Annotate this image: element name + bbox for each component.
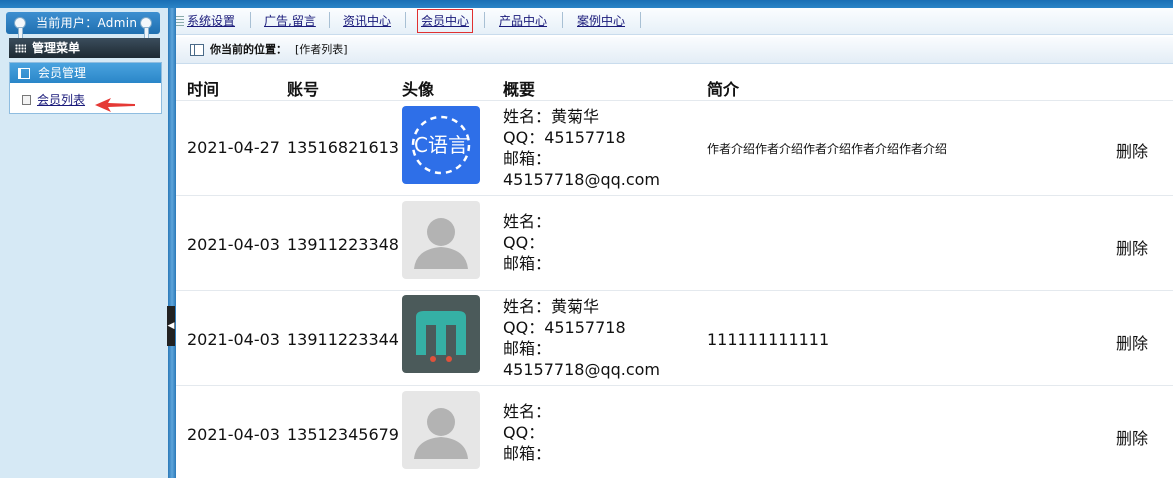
nav-item-product-center[interactable]: 产品中心 — [499, 13, 547, 29]
table-row: 2021-04-03 13911223344 姓名：黄菊华 QQ：4515771… — [176, 290, 1173, 386]
default-person-icon — [402, 201, 480, 279]
row-time: 2021-04-03 — [187, 330, 280, 349]
default-person-icon — [402, 391, 480, 469]
column-header-time: 时间 — [187, 80, 220, 99]
nav-separator — [562, 12, 563, 28]
pin-icon — [140, 17, 152, 39]
file-icon — [22, 95, 31, 105]
summary-email-label: 邮箱： — [503, 149, 552, 168]
grip-icon — [176, 16, 184, 26]
breadcrumb: 你当前的位置： [作者列表] — [176, 37, 1173, 64]
menu-group-member: 会员管理 会员列表 — [9, 62, 162, 114]
row-summary: 姓名： QQ： 邮箱： — [503, 211, 703, 274]
summary-qq: QQ：45157718 — [503, 318, 626, 337]
book-icon — [18, 68, 30, 79]
row-summary: 姓名：黄菊华 QQ：45157718 邮箱： 45157718@qq.com — [503, 296, 703, 380]
row-account: 13516821613 — [287, 138, 399, 157]
menu-header: 管理菜单 — [9, 38, 160, 58]
current-user-bar: 当前用户：Admin — [6, 12, 160, 39]
avatar-text: C语言 — [414, 133, 468, 157]
nav-item-news-center[interactable]: 资讯中心 — [343, 13, 391, 29]
main-content: 系统设置 广告,留言 资讯中心 会员中心 产品中心 案例中心 你当前的位置： [… — [176, 8, 1173, 478]
summary-email-label: 邮箱： — [503, 254, 552, 273]
row-time: 2021-04-27 — [187, 138, 280, 157]
top-strip — [0, 0, 1173, 8]
summary-email-label: 邮箱： — [503, 339, 552, 358]
c-lang-logo-icon: C语言 — [402, 106, 480, 184]
row-account: 13911223344 — [287, 330, 399, 349]
nav-separator — [329, 12, 330, 28]
summary-qq: QQ：45157718 — [503, 128, 626, 147]
sidebar-item-member-list[interactable]: 会员列表 — [22, 91, 85, 108]
nav-separator — [405, 12, 406, 28]
meituan-m-logo-icon — [402, 295, 480, 373]
table-row: 2021-04-03 13911223348 姓名： QQ： 邮箱： 删除 — [176, 195, 1173, 291]
row-intro: 111111111111 — [707, 330, 830, 349]
delete-button[interactable]: 删除 — [1116, 425, 1148, 449]
breadcrumb-value: [作者列表] — [295, 43, 348, 56]
row-time: 2021-04-03 — [187, 235, 280, 254]
summary-name: 姓名：黄菊华 — [503, 297, 600, 316]
nav-item-case-center[interactable]: 案例中心 — [577, 13, 625, 29]
summary-email-label: 邮箱： — [503, 444, 552, 463]
breadcrumb-label: 你当前的位置： — [210, 43, 287, 56]
nav-separator — [250, 12, 251, 28]
delete-button[interactable]: 删除 — [1116, 330, 1148, 354]
menu-group-title[interactable]: 会员管理 — [10, 63, 161, 83]
nav-item-system-settings[interactable]: 系统设置 — [187, 13, 235, 29]
row-intro: 作者介绍作者介绍作者介绍作者介绍作者介绍 — [707, 142, 948, 156]
column-header-account: 账号 — [287, 80, 320, 99]
sidebar-item-label: 会员列表 — [37, 93, 86, 107]
summary-email: 45157718@qq.com — [503, 170, 661, 189]
delete-button[interactable]: 删除 — [1116, 235, 1148, 259]
collapse-arrow-icon[interactable]: ◀ — [167, 306, 175, 346]
summary-qq: QQ： — [503, 233, 545, 252]
top-nav: 系统设置 广告,留言 资讯中心 会员中心 产品中心 案例中心 — [176, 8, 1173, 35]
column-header-avatar: 头像 — [402, 80, 435, 99]
current-user-label: 当前用户：Admin — [36, 16, 138, 30]
nav-separator — [484, 12, 485, 28]
nav-item-ads-messages[interactable]: 广告,留言 — [264, 13, 316, 29]
sidebar: 当前用户：Admin 管理菜单 会员管理 会员列表 — [0, 8, 168, 478]
summary-qq: QQ： — [503, 423, 545, 442]
summary-name: 姓名： — [503, 212, 552, 231]
sidebar-splitter[interactable] — [168, 8, 176, 478]
row-account: 13512345679 — [287, 425, 399, 444]
column-header-intro: 简介 — [707, 80, 740, 99]
nav-separator — [640, 12, 641, 28]
red-arrow-icon — [95, 98, 135, 112]
table-row: 2021-04-27 13516821613 C语言 姓名：黄菊华 QQ：451… — [176, 100, 1173, 196]
row-summary: 姓名：黄菊华 QQ：45157718 邮箱： 45157718@qq.com — [503, 106, 703, 190]
summary-name: 姓名：黄菊华 — [503, 107, 600, 126]
row-account: 13911223348 — [287, 235, 399, 254]
window-icon — [190, 44, 204, 56]
delete-button[interactable]: 删除 — [1116, 138, 1148, 162]
row-summary: 姓名： QQ： 邮箱： — [503, 401, 703, 464]
grid-icon — [15, 44, 26, 53]
row-time: 2021-04-03 — [187, 425, 280, 444]
menu-group-label: 会员管理 — [38, 66, 87, 80]
menu-title: 管理菜单 — [32, 41, 81, 55]
nav-item-member-center[interactable]: 会员中心 — [421, 13, 469, 29]
summary-email: 45157718@qq.com — [503, 360, 661, 379]
summary-name: 姓名： — [503, 402, 552, 421]
pin-icon — [14, 17, 26, 39]
table-row: 2021-04-03 13512345679 姓名： QQ： 邮箱： 删除 — [176, 385, 1173, 481]
column-header-summary: 概要 — [503, 80, 536, 99]
